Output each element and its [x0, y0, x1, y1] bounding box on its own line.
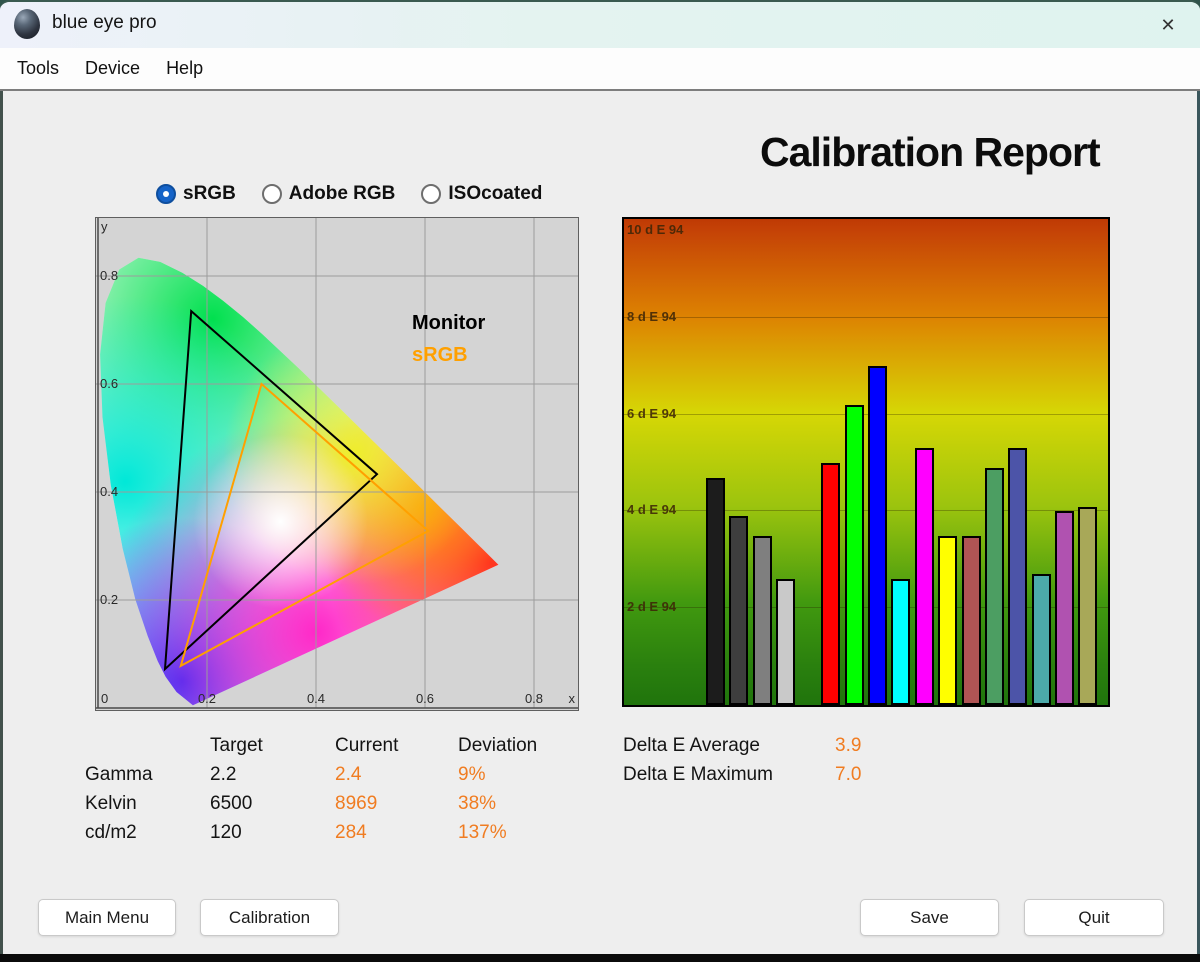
legend-srgb: sRGB — [412, 344, 468, 367]
delta-e-average-row: Delta E Average 3.9 — [623, 731, 861, 760]
svg-text:0.6: 0.6 — [416, 691, 434, 706]
delta-e-maximum-value: 7.0 — [835, 764, 861, 786]
svg-text:0.6: 0.6 — [100, 376, 118, 391]
bar-dark-gray — [729, 516, 748, 705]
page-title: Calibration Report — [760, 129, 1172, 176]
save-button[interactable]: Save — [860, 899, 999, 936]
delta-e-maximum-row: Delta E Maximum 7.0 — [623, 760, 861, 789]
de-scale-label: 2 d E 94 — [627, 599, 676, 614]
radio-selected-icon[interactable] — [156, 184, 176, 204]
main-content: Calibration Report sRGB Adobe RGB ISOcoa… — [0, 91, 1200, 962]
bar-magenta — [915, 448, 934, 705]
svg-text:0: 0 — [101, 691, 108, 706]
bar-light-gray — [776, 579, 795, 705]
radio-srgb[interactable]: sRGB — [156, 183, 236, 205]
de-scale-label: 6 d E 94 — [627, 406, 676, 421]
bar-cyan — [891, 579, 910, 705]
svg-text:0.8: 0.8 — [525, 691, 543, 706]
app-logo-icon — [14, 9, 40, 39]
col-target: Target — [210, 735, 335, 757]
de-scale-label: 4 d E 94 — [627, 502, 676, 517]
window-bottom-edge — [0, 954, 1200, 962]
radio-unselected-icon[interactable] — [421, 184, 441, 204]
main-menu-button[interactable]: Main Menu — [38, 899, 176, 936]
table-row-luminance: cd/m2 120 284 137% — [85, 818, 578, 847]
bar-black — [706, 478, 725, 705]
radio-unselected-icon[interactable] — [262, 184, 282, 204]
bar-gray — [753, 536, 772, 705]
svg-text:y: y — [101, 219, 108, 234]
quit-button[interactable]: Quit — [1024, 899, 1164, 936]
radio-adobe-rgb[interactable]: Adobe RGB — [262, 183, 396, 205]
bar-red — [821, 463, 840, 705]
legend-monitor: Monitor — [412, 312, 485, 335]
bar-brown — [962, 536, 981, 705]
bar-purple — [1055, 511, 1074, 705]
menu-device[interactable]: Device — [72, 58, 153, 79]
svg-text:0.4: 0.4 — [307, 691, 325, 706]
table-row-kelvin: Kelvin 6500 8969 38% — [85, 789, 578, 818]
bar-green — [845, 405, 864, 705]
menu-tools[interactable]: Tools — [4, 58, 72, 79]
measurement-table: Target Current Deviation Gamma 2.2 2.4 9… — [85, 731, 578, 847]
svg-text:0.2: 0.2 — [198, 691, 216, 706]
bar-olive — [1078, 507, 1097, 705]
de-scale-label: 8 d E 94 — [627, 309, 676, 324]
svg-text:0.8: 0.8 — [100, 268, 118, 283]
close-icon[interactable]: ✕ — [1154, 11, 1182, 39]
radio-isocoated[interactable]: ISOcoated — [421, 183, 542, 205]
delta-e-bar-chart: 10 d E 94 8 d E 94 6 d E 94 4 d E 94 2 d E 9… — [622, 217, 1110, 707]
de-gridline — [624, 317, 1108, 318]
cie-chart-canvas: 0 0.2 0.4 0.6 0.8 0.2 0.4 0.6 0.8 y x — [96, 218, 578, 710]
col-current: Current — [335, 735, 458, 757]
app-window: blue eye pro ✕ Tools Device Help Calibra… — [0, 0, 1200, 962]
svg-text:0.2: 0.2 — [100, 592, 118, 607]
delta-e-summary: Delta E Average 3.9 Delta E Maximum 7.0 — [623, 731, 861, 789]
de-gridline — [624, 510, 1108, 511]
cie-chromaticity-chart: 0 0.2 0.4 0.6 0.8 0.2 0.4 0.6 0.8 y x Monitor sRGB — [95, 217, 579, 711]
table-header-row: Target Current Deviation — [85, 731, 578, 760]
window-left-edge — [0, 91, 3, 962]
title-bar: blue eye pro ✕ — [0, 2, 1200, 48]
de-scale-label: 10 d E 94 — [627, 222, 683, 237]
window-title: blue eye pro — [52, 12, 157, 34]
bar-yellow — [938, 536, 957, 705]
table-row-gamma: Gamma 2.2 2.4 9% — [85, 760, 578, 789]
delta-e-average-value: 3.9 — [835, 735, 861, 757]
bar-sea-green — [985, 468, 1004, 705]
svg-text:0.4: 0.4 — [100, 484, 118, 499]
gamut-radio-group: sRGB Adobe RGB ISOcoated — [156, 183, 542, 205]
de-gridline — [624, 414, 1108, 415]
bar-slate-blue — [1008, 448, 1027, 705]
calibration-button[interactable]: Calibration — [200, 899, 339, 936]
col-deviation: Deviation — [458, 735, 578, 757]
menu-help[interactable]: Help — [153, 58, 216, 79]
menu-bar: Tools Device Help — [0, 48, 1200, 91]
svg-text:x: x — [569, 691, 576, 706]
bar-blue — [868, 366, 887, 705]
bar-teal — [1032, 574, 1051, 705]
